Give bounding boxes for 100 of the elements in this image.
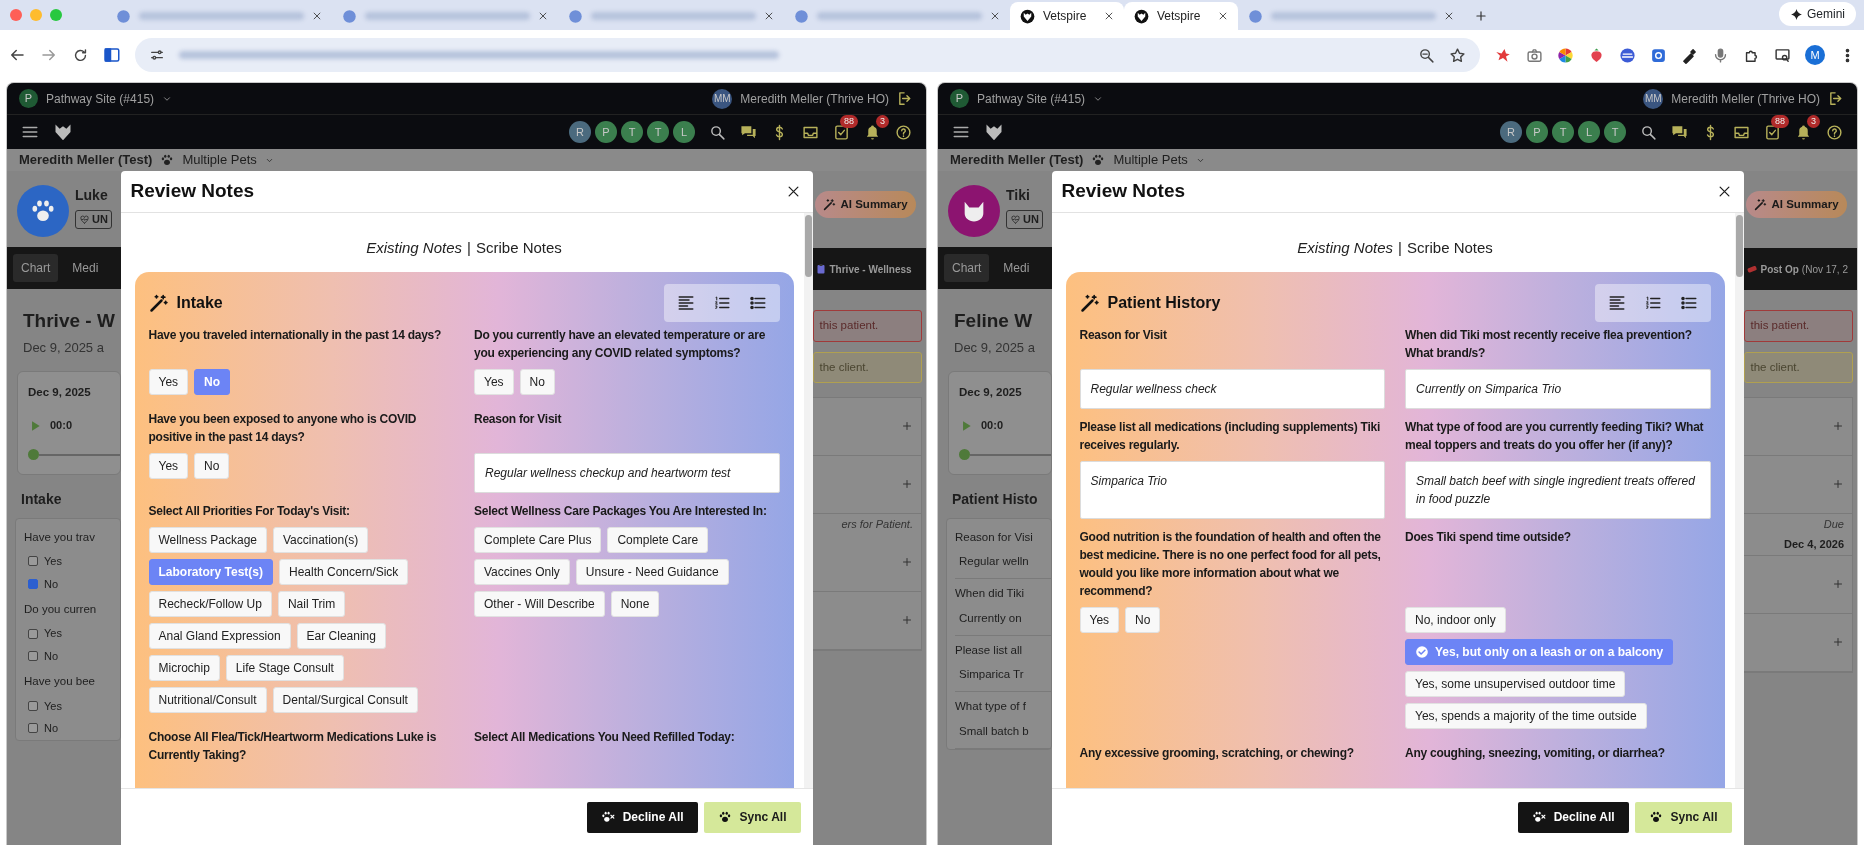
decline-all-button[interactable]: Decline All — [1517, 801, 1629, 833]
option-chip[interactable]: Life Stage Consult — [225, 654, 344, 681]
answer-field[interactable]: Currently on Simparica Trio — [1405, 368, 1711, 409]
option-chip[interactable]: Health Concern/Sick — [278, 558, 409, 585]
plus-icon[interactable] — [901, 614, 913, 627]
striped-circle-icon[interactable] — [1619, 46, 1636, 64]
chat-icon[interactable] — [1671, 123, 1688, 141]
browser-tab[interactable]: Vetspire — [1010, 2, 1124, 30]
close-icon[interactable] — [990, 11, 1000, 21]
microphone-icon[interactable] — [1712, 46, 1729, 64]
ai-summary-button[interactable]: AI Summary — [1745, 191, 1847, 219]
notes-tab[interactable]: Existing Notes — [1297, 237, 1394, 260]
option-chip[interactable]: Nail Trim — [277, 590, 346, 617]
address-field[interactable] — [135, 38, 1480, 72]
nav-tab[interactable]: Chart — [944, 254, 990, 282]
option-chip[interactable]: Ear Cleaning — [296, 622, 386, 649]
option-chip[interactable]: Yes — [148, 368, 189, 395]
checkbox[interactable] — [28, 700, 38, 711]
checklist-icon[interactable] — [833, 123, 850, 141]
sync-all-button[interactable]: Sync All — [703, 801, 801, 833]
staff-avatar[interactable]: R — [1500, 121, 1522, 143]
scrollbar[interactable] — [803, 213, 813, 788]
bookmark-icon[interactable] — [1449, 46, 1466, 64]
option-chip[interactable]: Yes — [148, 452, 189, 479]
option-chip[interactable]: Yes — [474, 368, 514, 395]
option-chip[interactable]: Dental/Surgical Consult — [272, 686, 418, 713]
option-chip[interactable]: No, indoor only — [1405, 606, 1506, 633]
option-chip[interactable]: Anal Gland Expression — [148, 622, 291, 649]
answer-field[interactable]: Simparica Trio — [1079, 460, 1385, 519]
profile-avatar[interactable]: M — [1805, 45, 1825, 65]
slider-track[interactable] — [28, 449, 120, 460]
answer-field[interactable]: Regular wellness checkup and heartworm test — [474, 452, 780, 493]
option-chip[interactable]: Complete Care Plus — [474, 526, 602, 553]
nav-tab[interactable]: Chart — [13, 254, 59, 282]
bird-icon[interactable] — [1494, 46, 1512, 64]
browser-tab[interactable]: Vetspire — [1124, 2, 1238, 30]
option-chip[interactable]: Vaccination(s) — [273, 526, 369, 553]
assistant-button[interactable]: Gemini — [1779, 2, 1856, 26]
checkbox[interactable] — [28, 578, 38, 589]
option-chip[interactable]: None — [610, 590, 660, 617]
slider-track[interactable] — [959, 449, 1051, 460]
scrollbar-thumb[interactable] — [804, 215, 812, 277]
plus-icon[interactable] — [901, 478, 913, 491]
nav-tab[interactable]: Medi — [995, 254, 1038, 282]
option-chip[interactable]: Yes, spends a majority of the time outside — [1405, 702, 1647, 729]
decline-all-button[interactable]: Decline All — [586, 801, 698, 833]
reload-icon[interactable] — [72, 46, 89, 64]
plus-icon[interactable] — [1832, 478, 1844, 491]
option-chip[interactable]: Nutritional/Consult — [148, 686, 267, 713]
chat-icon[interactable] — [740, 123, 757, 141]
zoom-icon[interactable] — [1418, 46, 1435, 64]
pets-selector[interactable]: Multiple Pets — [182, 150, 257, 170]
site-info-icon[interactable] — [149, 47, 165, 63]
plus-icon[interactable] — [1832, 578, 1844, 591]
search-icon[interactable] — [1640, 123, 1657, 141]
notes-tab[interactable]: Existing Notes — [366, 237, 463, 260]
plus-icon[interactable] — [901, 556, 913, 569]
option-chip[interactable]: Other - Will Describe — [474, 590, 605, 617]
nav-tab[interactable]: Medi — [64, 254, 107, 282]
search-icon[interactable] — [709, 123, 726, 141]
sync-all-button[interactable]: Sync All — [1634, 801, 1732, 833]
option-chip[interactable]: Yes, some unsupervised outdoor time — [1405, 670, 1626, 697]
ai-summary-button[interactable]: AI Summary — [814, 191, 916, 219]
scrollbar-thumb[interactable] — [1735, 215, 1743, 277]
notes-tab[interactable]: Scribe Notes — [475, 237, 562, 260]
checkbox[interactable] — [28, 651, 38, 661]
notes-tab[interactable]: Scribe Notes — [1406, 237, 1493, 260]
site-selector[interactable]: Pathway Site (#415) — [977, 89, 1086, 108]
close-icon[interactable] — [1104, 11, 1114, 21]
checkbox[interactable] — [28, 556, 38, 567]
color-wheel-icon[interactable] — [1557, 46, 1574, 64]
help-icon[interactable] — [1826, 123, 1843, 141]
option-chip[interactable]: Microchip — [148, 654, 220, 681]
option-chip[interactable]: No — [1125, 606, 1161, 633]
plus-icon[interactable] — [1832, 420, 1844, 433]
pets-selector[interactable]: Multiple Pets — [1113, 150, 1188, 170]
option-chip[interactable]: No — [194, 452, 230, 479]
close-icon[interactable] — [538, 11, 548, 21]
slider-thumb[interactable] — [28, 449, 39, 461]
plus-icon[interactable] — [901, 420, 913, 433]
close-icon[interactable] — [312, 11, 322, 21]
plus-icon[interactable] — [1832, 636, 1844, 649]
checkbox[interactable] — [28, 723, 38, 734]
gear-icon[interactable] — [1650, 46, 1667, 64]
option-chip[interactable]: Recheck/Follow Up — [148, 590, 272, 617]
bell-icon[interactable] — [864, 123, 881, 141]
staff-avatar[interactable]: R — [569, 121, 591, 143]
help-icon[interactable] — [895, 123, 912, 141]
new-tab-icon[interactable] — [1474, 9, 1488, 23]
site-selector[interactable]: Pathway Site (#415) — [46, 89, 155, 108]
close-icon[interactable] — [1218, 11, 1228, 21]
slider-thumb[interactable] — [959, 449, 970, 461]
answer-field[interactable]: Small batch beef with single ingredient treats offered in food puzzle — [1405, 460, 1711, 519]
answer-field[interactable]: Regular wellness check — [1079, 368, 1385, 409]
checklist-icon[interactable] — [1764, 123, 1781, 141]
eyedropper-icon[interactable] — [1681, 46, 1698, 64]
screen-search-icon[interactable] — [1774, 46, 1791, 64]
close-icon[interactable] — [764, 11, 774, 21]
option-chip[interactable]: Wellness Package — [148, 526, 267, 553]
close-icon[interactable] — [1444, 11, 1454, 21]
